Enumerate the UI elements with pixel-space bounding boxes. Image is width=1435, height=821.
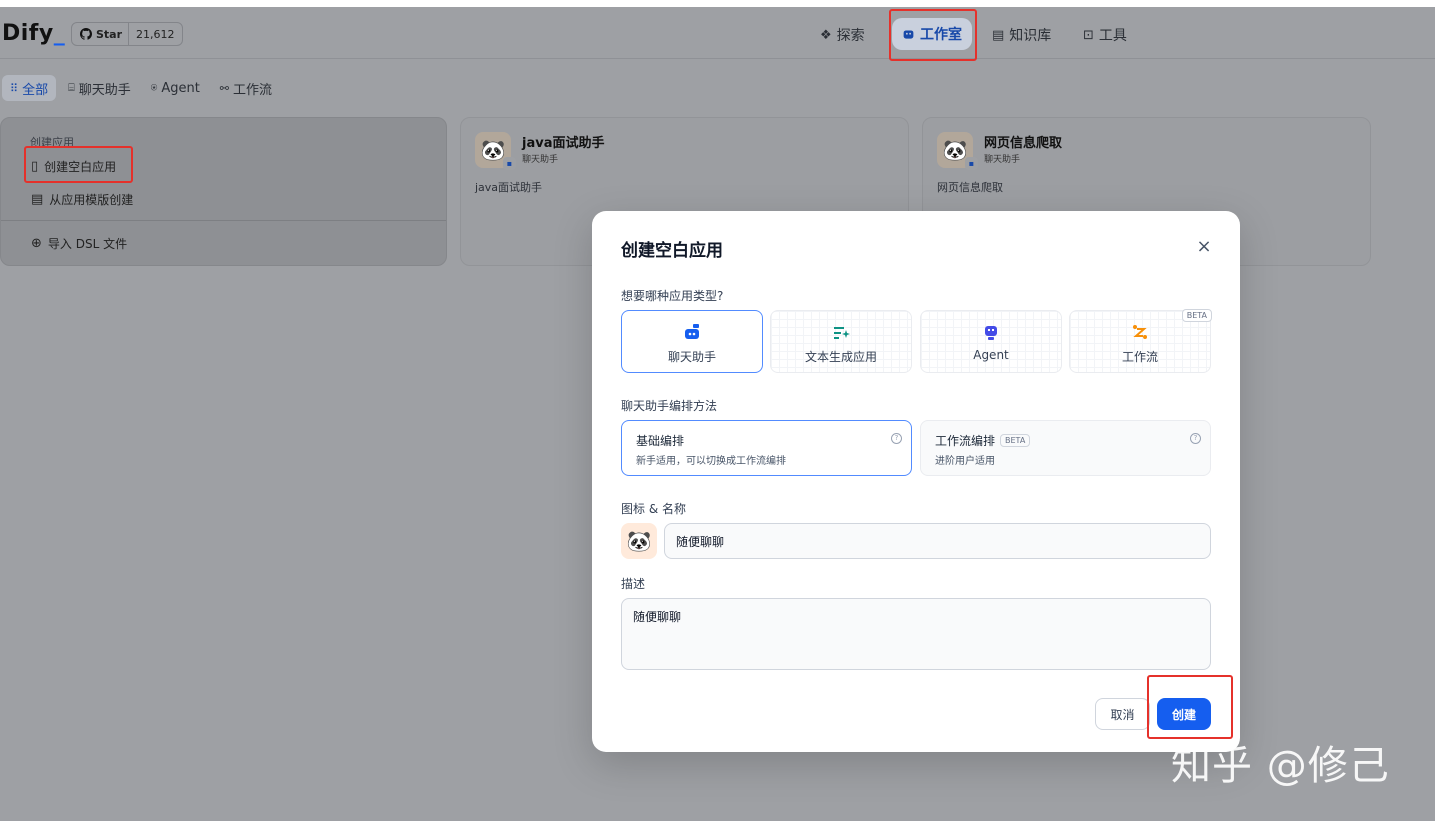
- help-icon[interactable]: ?: [1190, 433, 1201, 444]
- description-label: 描述: [621, 577, 646, 591]
- app-type: 聊天助手: [522, 155, 559, 165]
- type-text-generation-option[interactable]: 文本生成应用: [770, 310, 912, 373]
- app-description: java面试助手: [475, 181, 543, 194]
- import-dsl-button[interactable]: ⊕ 导入 DSL 文件: [31, 235, 127, 252]
- type-chatbot-option[interactable]: 聊天助手: [621, 310, 763, 373]
- app-name: 网页信息爬取: [984, 136, 1063, 151]
- workflow-icon: [1070, 323, 1210, 346]
- filter-chat[interactable]: ⌸ 聊天助手: [60, 75, 139, 101]
- app-type: 聊天助手: [984, 155, 1021, 165]
- beta-badge: BETA: [1000, 434, 1031, 447]
- modal-title: 创建空白应用: [621, 241, 723, 261]
- close-icon[interactable]: ×: [1194, 237, 1214, 257]
- nav-studio[interactable]: 工作室: [892, 18, 972, 50]
- filter-all[interactable]: ⠿ 全部: [2, 75, 57, 101]
- app-name-input[interactable]: [664, 523, 1211, 559]
- filter-agent[interactable]: ⍟ Agent: [143, 75, 208, 101]
- filter-workflow[interactable]: ⚯ 工作流: [212, 75, 280, 101]
- app-description-input[interactable]: 随便聊聊: [621, 598, 1211, 670]
- app-name: java面试助手: [522, 136, 605, 151]
- nav-knowledge[interactable]: ▤ 知识库: [992, 25, 1051, 45]
- chat-bot-icon: [622, 323, 762, 346]
- nav-explore[interactable]: ❖ 探索: [820, 25, 865, 45]
- github-star-count: 21,612: [128, 23, 182, 45]
- template-icon: ▤: [31, 192, 44, 207]
- nav-tools[interactable]: ⊡ 工具: [1083, 25, 1127, 45]
- create-app-card: 创建应用 ▯ 创建空白应用 ▤ 从应用模版创建 ⊕ 导入 DSL 文件: [0, 117, 447, 266]
- workflow-icon: ⚯: [219, 81, 230, 95]
- top-strip: [0, 0, 1435, 7]
- create-app-heading: 创建应用: [30, 136, 74, 149]
- type-agent-option[interactable]: Agent: [920, 310, 1062, 373]
- top-header: Dify_ Star 21,612 ❖ 探索 工作室 ▤ 知识库 ⊡ 工具: [0, 7, 1435, 59]
- agent-robot-icon: [921, 323, 1061, 346]
- dify-logo[interactable]: Dify_: [2, 21, 65, 46]
- app-type-label: 想要哪种应用类型?: [621, 289, 724, 303]
- chat-badge-icon: ▪: [503, 157, 516, 170]
- help-icon[interactable]: ?: [891, 433, 902, 444]
- divider: [1, 220, 446, 221]
- mode-basic-option[interactable]: 基础编排 新手适用，可以切换成工作流编排 ?: [621, 420, 912, 476]
- file-plus-icon: ▯: [31, 159, 39, 174]
- robot-icon: [903, 29, 914, 39]
- chat-icon: ⌸: [68, 81, 75, 94]
- orchestration-mode-label: 聊天助手编排方法: [621, 399, 718, 413]
- create-blank-app-button[interactable]: ▯ 创建空白应用: [31, 158, 116, 175]
- github-star-label: Star: [96, 27, 123, 41]
- app-icon-picker[interactable]: 🐼: [621, 523, 657, 559]
- create-button[interactable]: 创建: [1157, 698, 1211, 730]
- text-generation-icon: [771, 323, 911, 346]
- agent-icon: ⍟: [150, 81, 158, 94]
- create-blank-app-modal: 创建空白应用 × 想要哪种应用类型? 聊天助手 文本生成应用 Agent 工作流…: [592, 211, 1240, 752]
- zhihu-watermark: 知乎 @修己: [1171, 743, 1390, 789]
- app-description: 网页信息爬取: [937, 181, 1003, 194]
- cancel-button[interactable]: 取消: [1095, 698, 1150, 730]
- mode-workflow-option[interactable]: 工作流编排 BETA 进阶用户适用 ?: [920, 420, 1211, 476]
- app-filter-tabs: ⠿ 全部 ⌸ 聊天助手 ⍟ Agent ⚯ 工作流: [0, 75, 284, 101]
- chat-badge-icon: ▪: [965, 157, 978, 170]
- grid-icon: ⠿: [10, 81, 19, 95]
- github-icon: [80, 28, 92, 40]
- toolbox-icon: ⊡: [1083, 27, 1094, 43]
- icon-name-label: 图标 & 名称: [621, 502, 686, 516]
- github-star-button[interactable]: Star 21,612: [71, 22, 183, 46]
- compass-icon: ❖: [820, 27, 832, 43]
- beta-badge: BETA: [1181, 309, 1212, 322]
- import-icon: ⊕: [31, 236, 42, 251]
- book-icon: ▤: [992, 27, 1005, 43]
- type-workflow-option[interactable]: 工作流 BETA: [1069, 309, 1212, 373]
- create-from-template-button[interactable]: ▤ 从应用模版创建: [31, 191, 133, 208]
